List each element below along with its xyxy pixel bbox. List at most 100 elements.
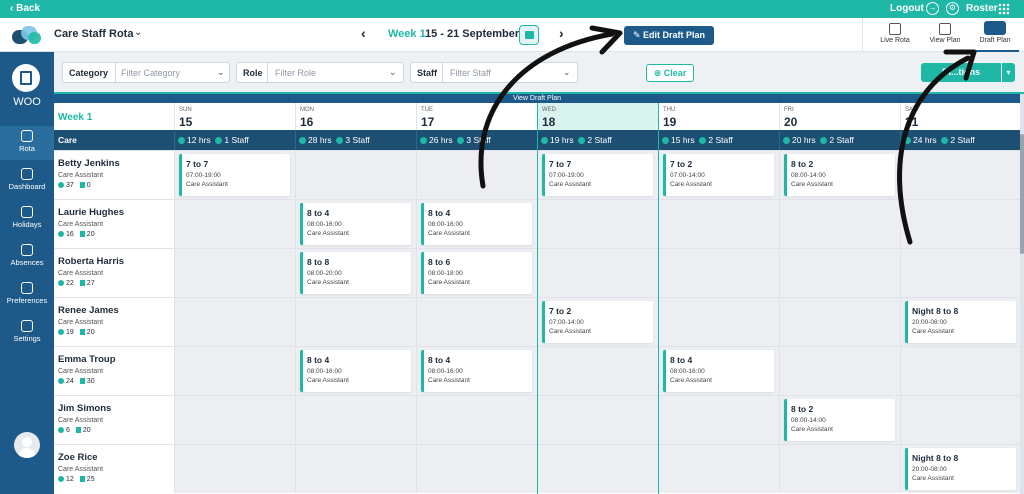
staff-info[interactable]: Betty Jenkins Care Assistant 37 0 bbox=[54, 151, 174, 199]
day-cell[interactable] bbox=[900, 396, 1021, 444]
day-cell[interactable]: 8 to 4 08:00-16:00 Care Assistant bbox=[295, 347, 416, 395]
day-cell[interactable] bbox=[174, 347, 295, 395]
shift-card[interactable]: Night 8 to 8 20:00-08:00 Care Assistant bbox=[905, 448, 1016, 490]
avatar[interactable] bbox=[14, 432, 40, 458]
rota-selector[interactable]: Care Staff Rota bbox=[54, 28, 133, 40]
staff-info[interactable]: Renee James Care Assistant 19 20 bbox=[54, 298, 174, 346]
day-cell[interactable]: 8 to 2 08:00-14:00 Care Assistant bbox=[779, 151, 900, 199]
day-cell[interactable] bbox=[779, 298, 900, 346]
role-filter[interactable]: Role Filter Role ⌄ bbox=[236, 62, 404, 83]
shift-card[interactable]: 8 to 4 08:00-16:00 Care Assistant bbox=[421, 203, 532, 245]
shift-card[interactable]: 8 to 4 08:00-16:00 Care Assistant bbox=[300, 350, 411, 392]
shift-card[interactable]: Night 8 to 8 20:00-08:00 Care Assistant bbox=[905, 301, 1016, 343]
day-cell[interactable]: 7 to 7 07:00-19:00 Care Assistant bbox=[174, 151, 295, 199]
day-cell[interactable] bbox=[537, 249, 658, 297]
edit-draft-plan-button[interactable]: ✎ Edit Draft Plan bbox=[624, 26, 714, 45]
tab-draft-plan[interactable]: Draft Plan bbox=[971, 18, 1019, 52]
shift-card[interactable]: 8 to 4 08:00-16:00 Care Assistant bbox=[300, 203, 411, 245]
day-cell[interactable] bbox=[537, 445, 658, 493]
shift-card[interactable]: 8 to 2 08:00-14:00 Care Assistant bbox=[784, 154, 895, 196]
scrollbar-thumb[interactable] bbox=[1020, 134, 1024, 254]
day-cell[interactable] bbox=[537, 347, 658, 395]
next-week-button[interactable]: › bbox=[559, 25, 564, 41]
back-link[interactable]: ‹ Back bbox=[10, 3, 40, 14]
org-badge[interactable] bbox=[12, 64, 40, 92]
options-dropdown[interactable]: ▾ bbox=[1002, 63, 1015, 82]
shift-card[interactable]: 7 to 7 07:00-19:00 Care Assistant bbox=[542, 154, 653, 196]
day-cell[interactable] bbox=[900, 249, 1021, 297]
previous-week-button[interactable]: ‹ bbox=[361, 25, 366, 41]
day-cell[interactable] bbox=[416, 151, 537, 199]
sidebar-item-holidays[interactable]: Holidays bbox=[0, 202, 54, 236]
category-filter[interactable]: Category Filter Category ⌄ bbox=[62, 62, 230, 83]
shift-card[interactable]: 7 to 2 07:00-14:00 Care Assistant bbox=[663, 154, 774, 196]
sidebar-item-rota[interactable]: Rota bbox=[0, 126, 54, 160]
staff-info[interactable]: Zoe Rice Care Assistant 12 25 bbox=[54, 445, 174, 493]
staff-filter[interactable]: Staff Filter Staff ⌄ bbox=[410, 62, 578, 83]
day-cell[interactable] bbox=[658, 200, 779, 248]
day-cell[interactable] bbox=[900, 151, 1021, 199]
tab-live-rota[interactable]: Live Rota bbox=[871, 18, 919, 52]
day-cell[interactable] bbox=[779, 445, 900, 493]
day-cell[interactable] bbox=[416, 298, 537, 346]
day-cell[interactable] bbox=[658, 298, 779, 346]
day-cell[interactable]: 8 to 2 08:00-14:00 Care Assistant bbox=[779, 396, 900, 444]
day-cell[interactable] bbox=[658, 249, 779, 297]
day-cell[interactable]: 8 to 4 08:00-16:00 Care Assistant bbox=[295, 200, 416, 248]
staff-info[interactable]: Roberta Harris Care Assistant 22 27 bbox=[54, 249, 174, 297]
day-cell[interactable]: 7 to 7 07:00-19:00 Care Assistant bbox=[537, 151, 658, 199]
day-cell[interactable]: 8 to 4 08:00-16:00 Care Assistant bbox=[416, 200, 537, 248]
logout-icon[interactable]: → bbox=[926, 2, 939, 15]
day-cell[interactable] bbox=[295, 445, 416, 493]
day-cell[interactable] bbox=[174, 298, 295, 346]
day-cell[interactable]: 8 to 8 08:00-20:00 Care Assistant bbox=[295, 249, 416, 297]
day-cell[interactable] bbox=[295, 298, 416, 346]
day-cell[interactable] bbox=[658, 445, 779, 493]
day-cell[interactable] bbox=[779, 200, 900, 248]
day-cell[interactable]: Night 8 to 8 20:00-08:00 Care Assistant bbox=[900, 445, 1021, 493]
day-cell[interactable] bbox=[900, 200, 1021, 248]
day-cell[interactable] bbox=[295, 396, 416, 444]
day-cell[interactable] bbox=[174, 445, 295, 493]
day-cell[interactable] bbox=[779, 249, 900, 297]
day-cell[interactable] bbox=[537, 396, 658, 444]
vertical-scrollbar[interactable] bbox=[1020, 94, 1024, 494]
day-cell[interactable]: 8 to 4 08:00-16:00 Care Assistant bbox=[658, 347, 779, 395]
day-cell[interactable] bbox=[416, 445, 537, 493]
day-cell[interactable]: Night 8 to 8 20:00-08:00 Care Assistant bbox=[900, 298, 1021, 346]
clear-filters-button[interactable]: ⊗ Clear bbox=[646, 64, 694, 82]
day-cell[interactable]: 7 to 2 07:00-14:00 Care Assistant bbox=[658, 151, 779, 199]
day-cell[interactable] bbox=[779, 347, 900, 395]
shift-card[interactable]: 7 to 7 07:00-19:00 Care Assistant bbox=[179, 154, 290, 196]
shift-card[interactable]: 8 to 6 08:00-18:00 Care Assistant bbox=[421, 252, 532, 294]
day-cell[interactable] bbox=[416, 396, 537, 444]
shift-card[interactable]: 8 to 4 08:00-16:00 Care Assistant bbox=[421, 350, 532, 392]
day-cell[interactable] bbox=[537, 200, 658, 248]
tab-view-plan[interactable]: View Plan bbox=[921, 18, 969, 52]
sidebar-item-preferences[interactable]: Preferences bbox=[0, 278, 54, 312]
staff-info[interactable]: Emma Troup Care Assistant 24 30 bbox=[54, 347, 174, 395]
staff-info[interactable]: Laurie Hughes Care Assistant 16 20 bbox=[54, 200, 174, 248]
day-cell[interactable]: 8 to 6 08:00-18:00 Care Assistant bbox=[416, 249, 537, 297]
day-cell[interactable]: 8 to 4 08:00-16:00 Care Assistant bbox=[416, 347, 537, 395]
day-cell[interactable] bbox=[174, 200, 295, 248]
day-cell[interactable] bbox=[658, 396, 779, 444]
shift-card[interactable]: 7 to 2 07:00-14:00 Care Assistant bbox=[542, 301, 653, 343]
calendar-button[interactable] bbox=[519, 25, 539, 45]
sidebar-item-settings[interactable]: Settings bbox=[0, 316, 54, 350]
roster-link[interactable]: Roster bbox=[966, 3, 998, 14]
shift-card[interactable]: 8 to 2 08:00-14:00 Care Assistant bbox=[784, 399, 895, 441]
shift-card[interactable]: 8 to 8 08:00-20:00 Care Assistant bbox=[300, 252, 411, 294]
sidebar-item-dashboard[interactable]: Dashboard bbox=[0, 164, 54, 198]
staff-info[interactable]: Jim Simons Care Assistant 6 20 bbox=[54, 396, 174, 444]
sidebar-item-absences[interactable]: Absences bbox=[0, 240, 54, 274]
day-cell[interactable] bbox=[295, 151, 416, 199]
logout-link[interactable]: Logout bbox=[890, 3, 924, 14]
apps-grid-icon[interactable] bbox=[998, 3, 1010, 15]
chevron-down-icon[interactable]: ⌄ bbox=[134, 27, 142, 38]
shift-card[interactable]: 8 to 4 08:00-16:00 Care Assistant bbox=[663, 350, 774, 392]
day-cell[interactable]: 7 to 2 07:00-14:00 Care Assistant bbox=[537, 298, 658, 346]
day-cell[interactable] bbox=[174, 396, 295, 444]
day-cell[interactable] bbox=[174, 249, 295, 297]
gear-icon[interactable]: ⚙ bbox=[946, 2, 959, 15]
